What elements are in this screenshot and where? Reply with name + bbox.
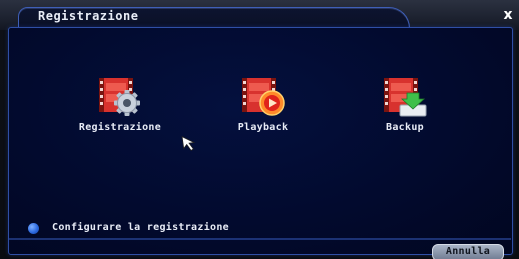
window-title: Registrazione [38,9,139,23]
mouse-cursor-icon [181,135,196,152]
menu-item-label: Playback [237,122,289,133]
film-download-icon [384,78,427,117]
film-play-icon [242,78,285,116]
film-gear-icon [99,78,140,116]
hint-text: Configurare la registrazione [52,222,229,233]
info-dot-icon [28,223,39,234]
footer-divider [8,238,511,240]
menu-item-label: Registrazione [78,122,162,133]
menu-item-playback[interactable]: Playback [203,74,323,164]
menu-item-backup[interactable]: Backup [345,74,465,164]
menu-item-label: Backup [386,122,424,133]
close-button[interactable]: x [500,7,516,23]
menu-item-registrazione[interactable]: Registrazione [60,74,180,164]
cancel-button[interactable]: Annulla [432,244,504,259]
dvr-screen: Registrazione x Registrazione Playback B… [0,0,519,259]
